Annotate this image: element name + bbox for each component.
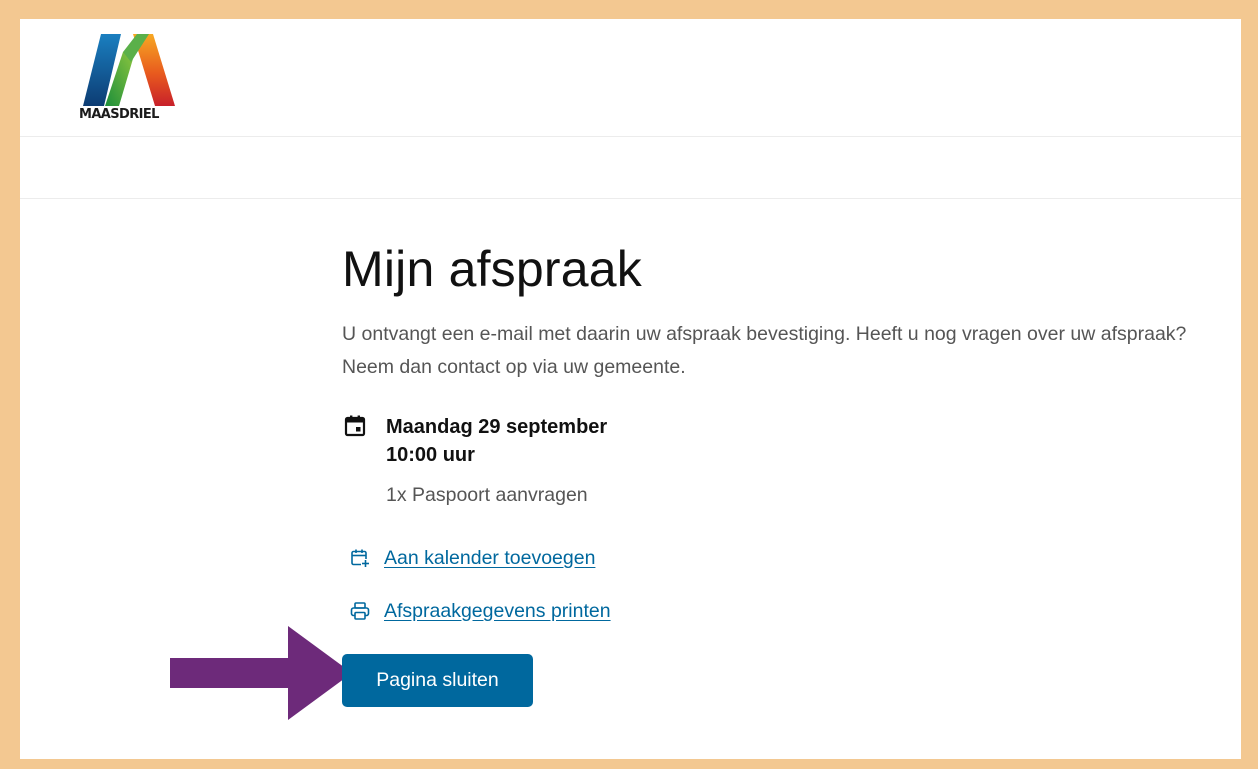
logo-m-mark (83, 34, 175, 106)
calendar-add-icon (351, 549, 370, 568)
page-title: Mijn afspraak (342, 241, 642, 297)
appointment-date: Maandag 29 september (386, 416, 608, 438)
site-header: MAASDRIEL (20, 19, 1241, 137)
logo-wordmark: MAASDRIEL (79, 107, 159, 122)
print-details-link[interactable]: Afspraakgegevens printen (384, 600, 611, 622)
appointment-details: Maandag 29 september 10:00 uur 1x Paspoo… (342, 413, 1212, 507)
close-page-button[interactable]: Pagina sluiten (342, 654, 533, 707)
arrow-right-icon (170, 626, 352, 720)
print-details-row: Afspraakgegevens printen (342, 598, 1212, 624)
main-content: Mijn afspraak U ontvangt een e-mail met … (342, 238, 1212, 624)
maasdriel-logo[interactable]: MAASDRIEL (79, 32, 179, 124)
sub-header-bar (20, 137, 1241, 199)
calendar-icon (344, 415, 366, 437)
add-to-calendar-link[interactable]: Aan kalender toevoegen (384, 547, 595, 569)
printer-icon (350, 602, 370, 620)
intro-text: U ontvangt een e-mail met daarin uw afsp… (342, 323, 1187, 378)
appointment-service: 1x Paspoort aanvragen (386, 484, 588, 506)
add-to-calendar-row: Aan kalender toevoegen (342, 545, 1212, 571)
appointment-time: 10:00 uur (386, 444, 475, 466)
